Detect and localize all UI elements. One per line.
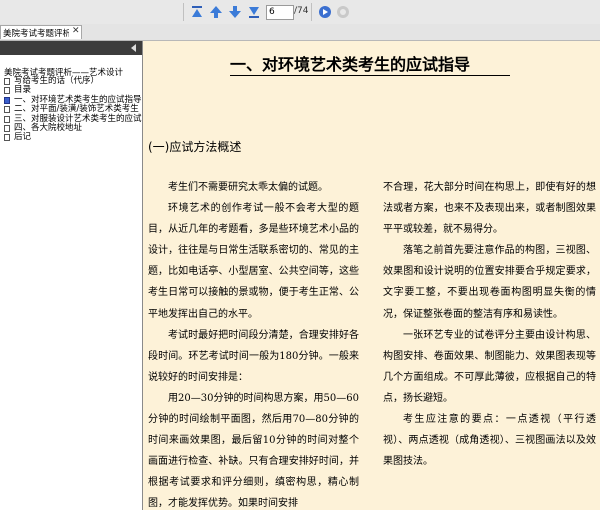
collapse-sidebar-icon[interactable] <box>131 44 136 52</box>
paragraph: 考试时最好把时间段分清楚，合理安排好各段时间。环艺考试时间一般为180分钟。一般… <box>148 329 359 383</box>
page-icon <box>4 124 10 132</box>
page-number-input[interactable]: 6 <box>266 5 294 20</box>
paragraph: 落笔之前首先要注意作品的构图，三视图、效果图和设计说明的位置安排要合乎规定要求，… <box>383 245 596 320</box>
paragraph: 环境艺术的创作考试一般不会考大型的题目，从近几年的考题看，多是些环境艺术小品的设… <box>148 203 359 320</box>
toolbar-separator <box>183 3 184 21</box>
text-column-right: 不合理，花大部分时间在构思上，即使有好的想法或者方案，也来不及表现出来，或者制图… <box>383 177 596 472</box>
tab-strip: 美院考试考题评析：艺术... ✕ <box>0 24 600 41</box>
first-page-icon[interactable] <box>189 4 205 20</box>
close-icon[interactable]: ✕ <box>72 26 80 36</box>
paragraph: 一张环艺专业的试卷评分主要由设计构思、构图安排、卷面效果、制图能力、效果图表现等… <box>383 329 596 404</box>
sidebar-header <box>0 41 142 55</box>
go-icon[interactable] <box>317 4 333 20</box>
page-icon <box>4 78 10 85</box>
document-tab-label: 美院考试考题评析：艺术... <box>3 29 69 39</box>
paragraph: 考生们不需要研究太乖太偏的试题。 <box>168 182 328 193</box>
toolbar: 6 /74 <box>0 0 600 25</box>
paragraph: 不合理，花大部分时间在构思上，即使有好的想法或者方案，也来不及表现出来，或者制图… <box>383 182 596 236</box>
text-column-left: 考生们不需要研究太乖太偏的试题。 环境艺术的创作考试一般不会考大型的题目，从近几… <box>148 177 359 510</box>
page-total: /74 <box>294 6 309 16</box>
title-underline <box>230 75 510 76</box>
page-icon <box>4 96 10 104</box>
page-icon <box>4 87 10 95</box>
stop-icon[interactable] <box>335 4 351 20</box>
paragraph: 用20—30分钟的时间构思方案，用50—60分钟的时间绘制平面图，然后用70—8… <box>148 392 359 510</box>
page-icon <box>4 106 10 114</box>
page-icon <box>4 134 10 142</box>
paragraph: 考生应注意的要点：一点透视（平行透视）、两点透视（成角透视）、三视图画法以及效果… <box>383 414 596 468</box>
bookmarks-sidebar: 美院考试考题评析——艺术设计 写给考生的话（代序） 目录 一、对环境艺术类考生的… <box>0 41 143 510</box>
toolbar-separator <box>311 3 312 21</box>
document-tab[interactable]: 美院考试考题评析：艺术... ✕ <box>0 25 82 39</box>
prev-page-icon[interactable] <box>208 4 224 20</box>
last-page-icon[interactable] <box>246 4 262 20</box>
document-page: 一、对环境艺术类考生的应试指导 (一)应试方法概述 考生们不需要研究太乖太偏的试… <box>143 41 600 510</box>
chapter-title: 一、对环境艺术类考生的应试指导 <box>230 55 471 74</box>
section-heading: (一)应试方法概述 <box>148 140 242 154</box>
bookmark-label: 后记 <box>14 132 32 143</box>
next-page-icon[interactable] <box>227 4 243 20</box>
page-icon <box>4 115 10 123</box>
